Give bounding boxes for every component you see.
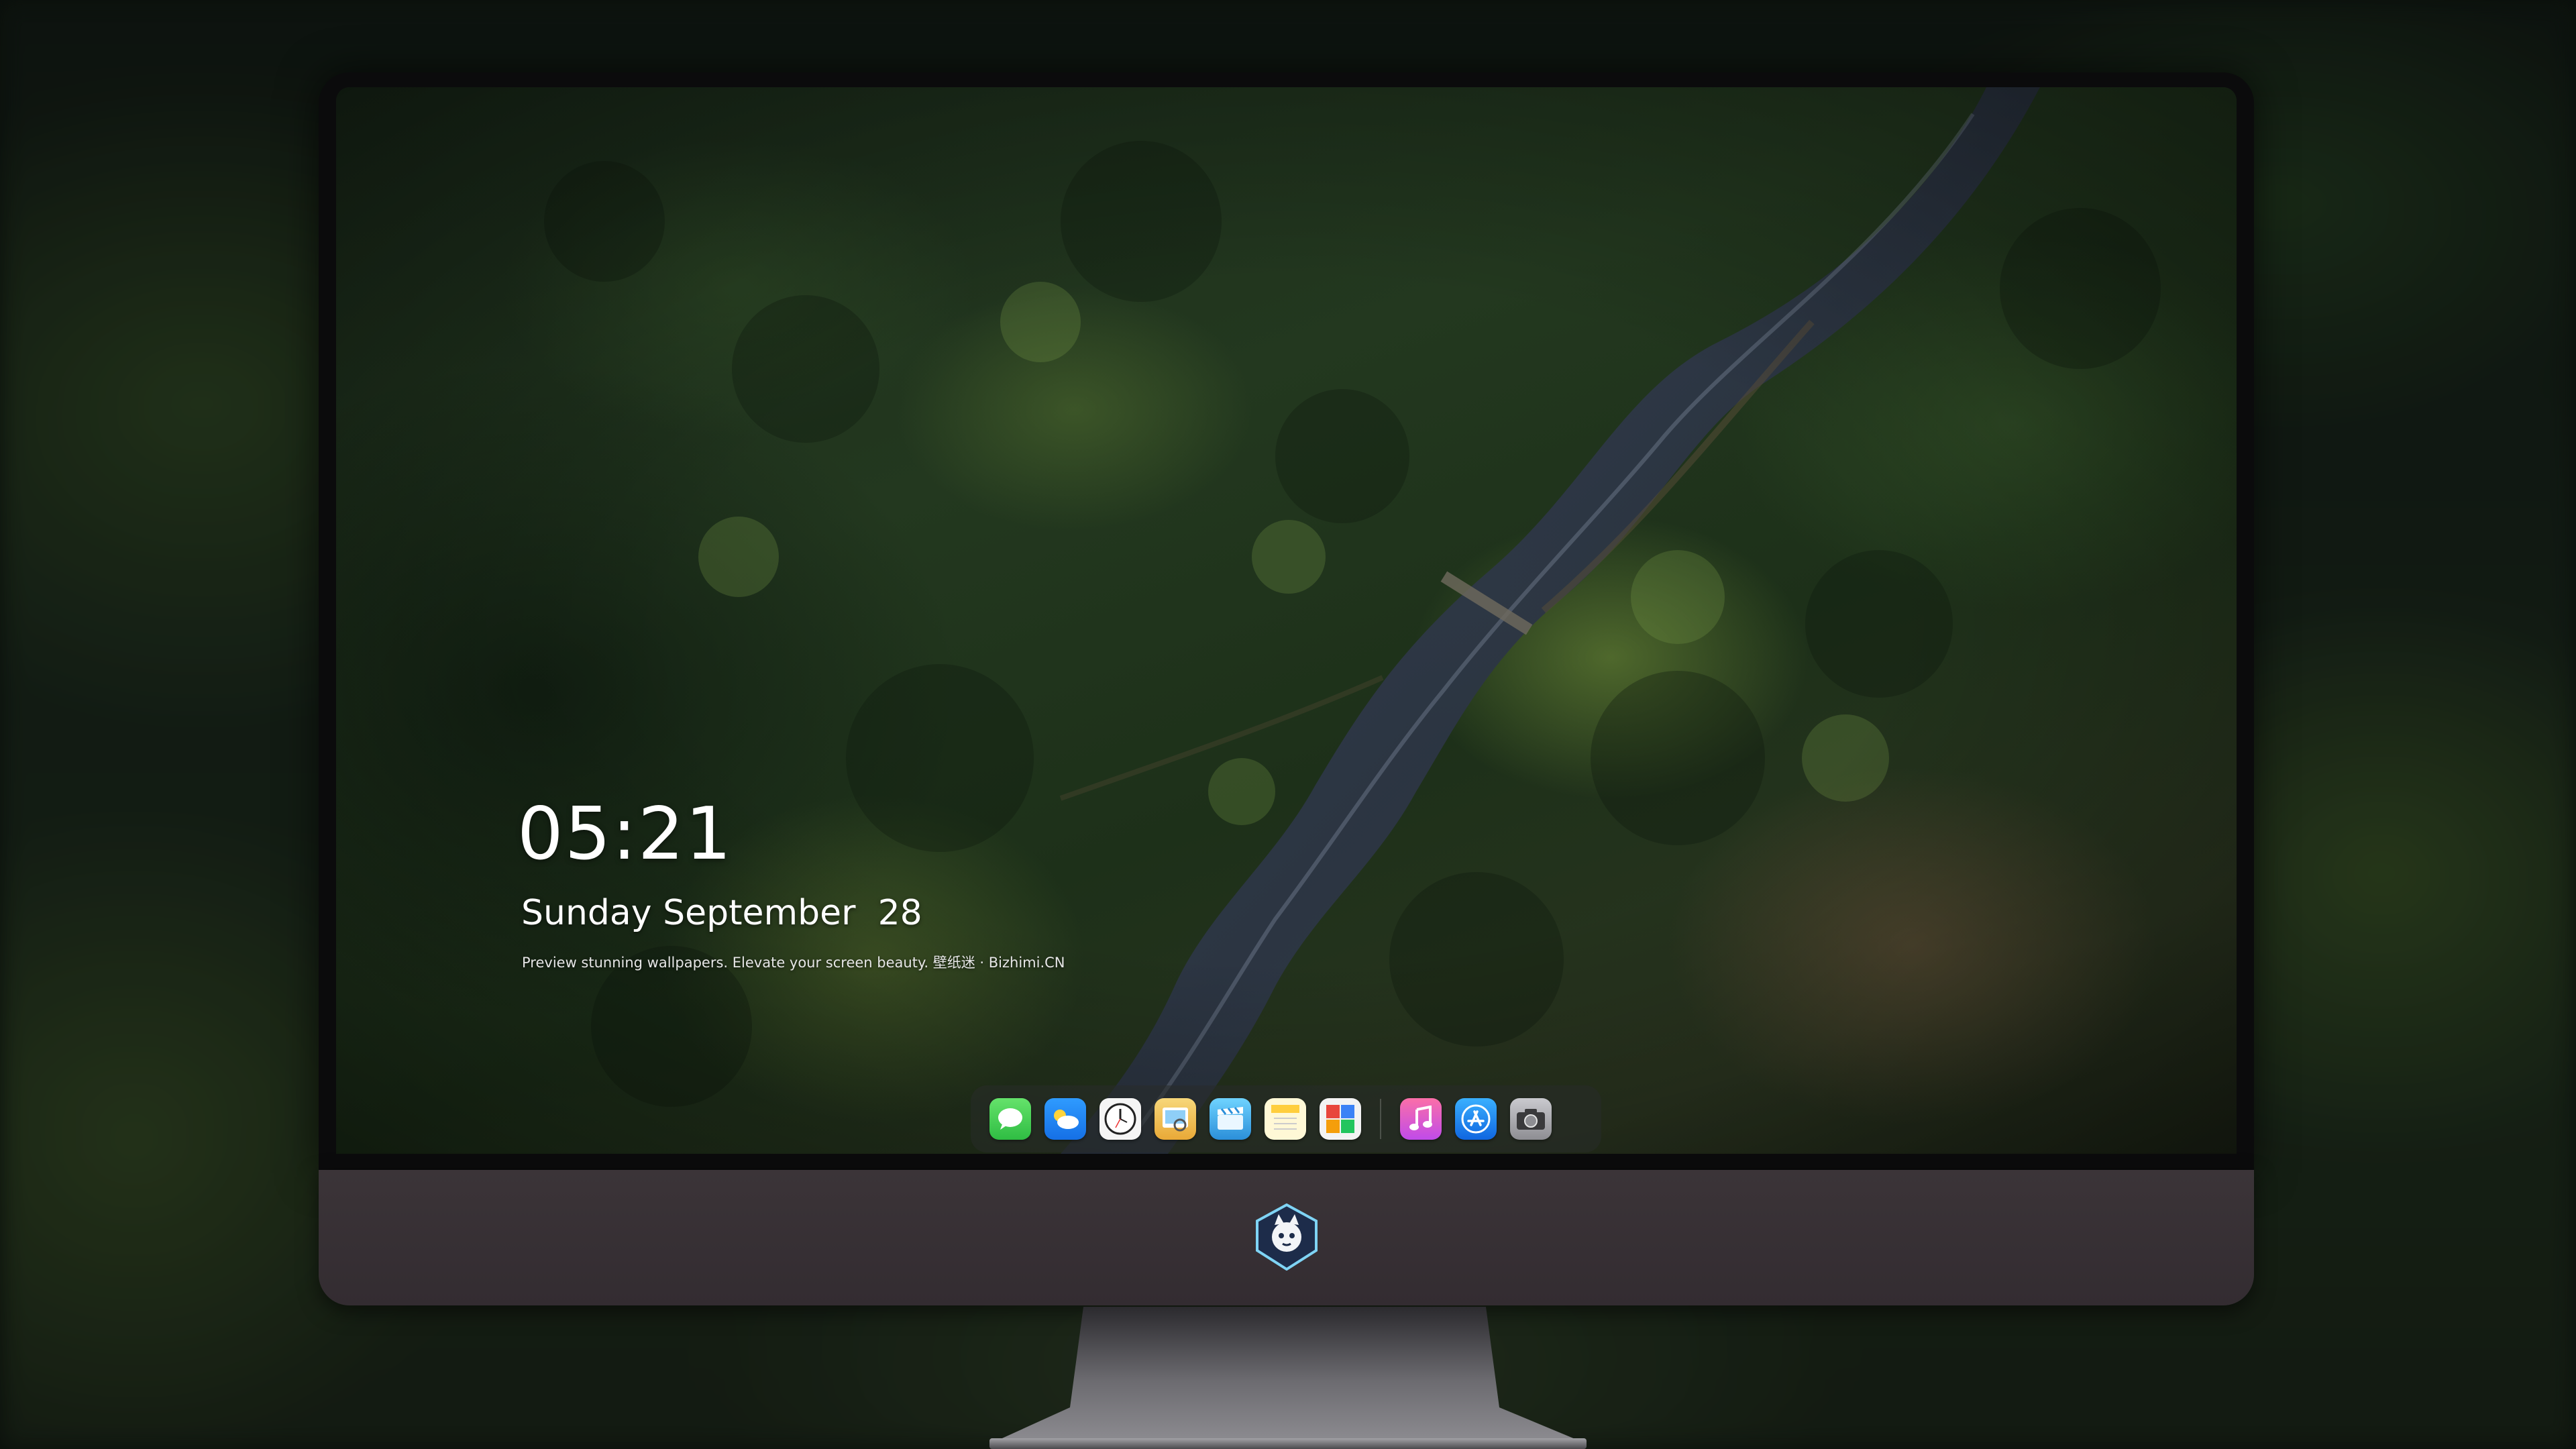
music-icon[interactable] bbox=[1400, 1098, 1442, 1140]
lock-tagline: Preview stunning wallpapers. Elevate you… bbox=[522, 955, 1065, 971]
monitor-stand bbox=[989, 1307, 1587, 1449]
preview-icon[interactable] bbox=[1155, 1098, 1196, 1140]
clips-icon[interactable] bbox=[1210, 1098, 1251, 1140]
monitor-bezel: 05:21 Sunday September 28 Preview stunni… bbox=[319, 72, 2254, 1173]
messages-icon[interactable] bbox=[989, 1098, 1031, 1140]
lock-date: Sunday September 28 bbox=[521, 893, 922, 933]
clock-icon[interactable] bbox=[1099, 1098, 1141, 1140]
photo-booth-icon[interactable] bbox=[1320, 1098, 1361, 1140]
lock-clock: 05:21 bbox=[517, 792, 733, 876]
dock bbox=[971, 1085, 1601, 1152]
notes-icon[interactable] bbox=[1265, 1098, 1306, 1140]
weather-icon[interactable] bbox=[1044, 1098, 1086, 1140]
monitor: 05:21 Sunday September 28 Preview stunni… bbox=[319, 72, 2254, 1307]
vignette bbox=[336, 87, 2237, 1154]
app-store-icon[interactable] bbox=[1455, 1098, 1497, 1140]
monitor-chin bbox=[319, 1170, 2254, 1305]
camera-icon[interactable] bbox=[1510, 1098, 1552, 1140]
dock-separator bbox=[1380, 1099, 1381, 1139]
mascot-logo-icon bbox=[1256, 1203, 1318, 1271]
screen: 05:21 Sunday September 28 Preview stunni… bbox=[336, 87, 2237, 1154]
